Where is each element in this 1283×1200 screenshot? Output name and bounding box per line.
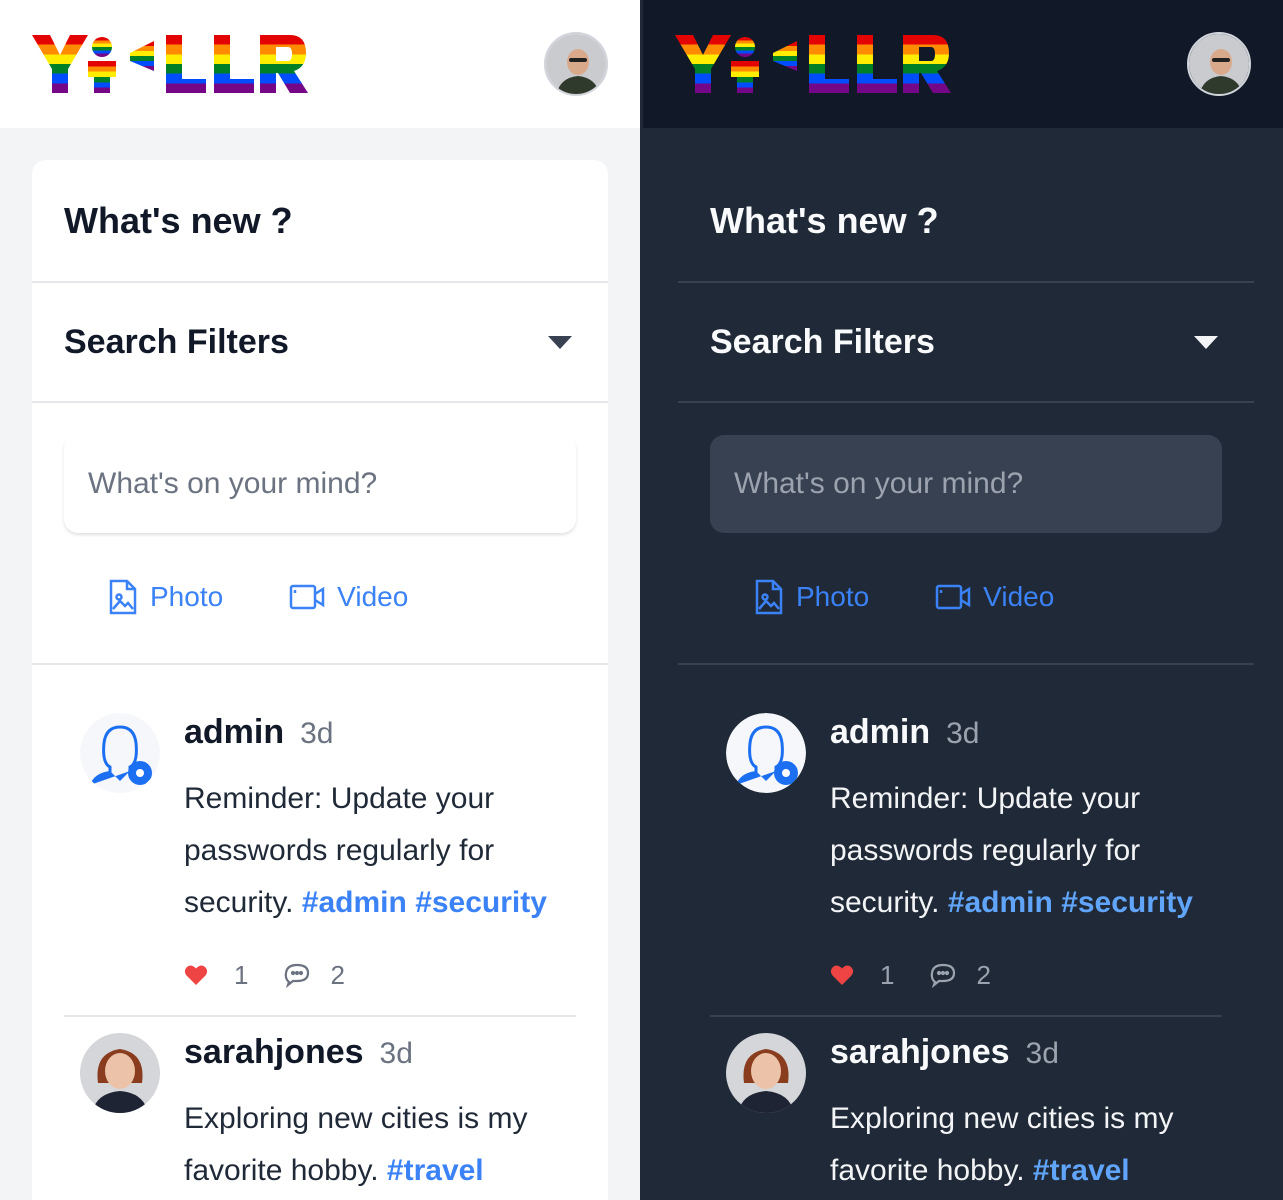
post-time: 3d bbox=[300, 717, 334, 750]
post-item: admin 3d Reminder: Update your passwords… bbox=[32, 665, 608, 995]
photo-button[interactable]: Photo bbox=[754, 579, 869, 615]
chevron-down-icon bbox=[548, 335, 572, 349]
post-text: Reminder: Update your passwords regularl… bbox=[184, 773, 564, 929]
heart-icon bbox=[184, 965, 208, 985]
page-title: What's new ? bbox=[64, 199, 293, 241]
admin-avatar[interactable] bbox=[726, 713, 806, 793]
admin-avatar[interactable] bbox=[80, 713, 160, 793]
post-time: 3d bbox=[946, 717, 980, 750]
post-stats: 1 2 bbox=[184, 955, 576, 995]
video-camera-icon bbox=[935, 584, 971, 610]
search-filters-toggle[interactable]: Search Filters bbox=[678, 281, 1254, 403]
post-text: Reminder: Update your passwords regularl… bbox=[830, 773, 1210, 929]
post-username[interactable]: admin bbox=[830, 713, 930, 752]
video-button[interactable]: Video bbox=[935, 579, 1054, 615]
post-time: 3d bbox=[379, 1037, 413, 1070]
post-item: sarahjones 3d Exploring new cities is my… bbox=[678, 1017, 1254, 1197]
like-button[interactable]: 1 bbox=[184, 960, 248, 991]
sarahjones-avatar[interactable] bbox=[726, 1033, 806, 1113]
feed-card: What's new ? Search Filters Photo Video bbox=[678, 160, 1254, 1200]
yellr-logo[interactable] bbox=[675, 31, 951, 97]
user-avatar[interactable] bbox=[1187, 32, 1251, 96]
like-button[interactable]: 1 bbox=[830, 960, 894, 991]
chevron-down-icon bbox=[1194, 335, 1218, 349]
video-label: Video bbox=[983, 581, 1055, 612]
comment-button[interactable]: 2 bbox=[930, 959, 991, 991]
comment-icon bbox=[285, 963, 310, 988]
post-composer: Photo Video bbox=[678, 403, 1254, 665]
feed-card: What's new ? Search Filters Photo Video bbox=[32, 160, 608, 1200]
post-item: admin 3d Reminder: Update your passwords… bbox=[678, 665, 1254, 995]
post-composer: Photo Video bbox=[32, 403, 608, 665]
hashtag-link[interactable]: #travel bbox=[387, 1154, 484, 1187]
hashtag-link[interactable]: #travel bbox=[1033, 1154, 1130, 1187]
video-label: Video bbox=[337, 581, 409, 612]
search-filters-label: Search Filters bbox=[710, 322, 935, 361]
post-item: sarahjones 3d Exploring new cities is my… bbox=[32, 1017, 608, 1197]
search-filters-label: Search Filters bbox=[64, 322, 289, 361]
page-title: What's new ? bbox=[710, 199, 939, 241]
whats-on-your-mind-input[interactable] bbox=[710, 435, 1222, 533]
like-count: 1 bbox=[880, 959, 895, 990]
post-text: Exploring new cities is my favorite hobb… bbox=[830, 1093, 1210, 1197]
top-header bbox=[0, 0, 640, 128]
video-camera-icon bbox=[289, 584, 325, 610]
comment-button[interactable]: 2 bbox=[284, 959, 345, 991]
post-stats: 1 2 bbox=[830, 955, 1222, 995]
post-time: 3d bbox=[1025, 1037, 1059, 1070]
top-header bbox=[643, 0, 1283, 128]
yellr-logo[interactable] bbox=[32, 31, 308, 97]
search-filters-toggle[interactable]: Search Filters bbox=[32, 281, 608, 403]
post-username[interactable]: sarahjones bbox=[184, 1033, 364, 1072]
image-file-icon bbox=[755, 579, 783, 615]
hashtag-link[interactable]: #admin bbox=[948, 886, 1053, 919]
hashtag-link[interactable]: #admin bbox=[302, 886, 407, 919]
comment-icon bbox=[931, 963, 956, 988]
photo-label: Photo bbox=[796, 581, 870, 612]
light-theme-pane: What's new ? Search Filters Photo Video bbox=[0, 0, 640, 1200]
photo-button[interactable]: Photo bbox=[108, 579, 223, 615]
video-button[interactable]: Video bbox=[289, 579, 408, 615]
sarahjones-avatar[interactable] bbox=[80, 1033, 160, 1113]
post-username[interactable]: admin bbox=[184, 713, 284, 752]
heart-icon bbox=[830, 965, 854, 985]
whats-on-your-mind-input[interactable] bbox=[64, 435, 576, 533]
post-username[interactable]: sarahjones bbox=[830, 1033, 1010, 1072]
photo-label: Photo bbox=[150, 581, 224, 612]
image-file-icon bbox=[109, 579, 137, 615]
comment-count: 2 bbox=[330, 959, 345, 990]
post-text: Exploring new cities is my favorite hobb… bbox=[184, 1093, 564, 1197]
user-avatar[interactable] bbox=[544, 32, 608, 96]
comment-count: 2 bbox=[976, 959, 991, 990]
dark-theme-pane: What's new ? Search Filters Photo Video bbox=[643, 0, 1283, 1200]
hashtag-link[interactable]: #security bbox=[1061, 886, 1193, 919]
like-count: 1 bbox=[234, 959, 249, 990]
hashtag-link[interactable]: #security bbox=[415, 886, 547, 919]
